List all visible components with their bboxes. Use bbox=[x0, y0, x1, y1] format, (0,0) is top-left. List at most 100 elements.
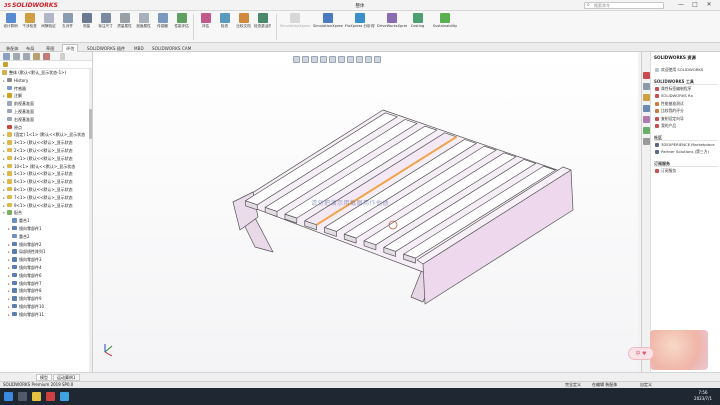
graphics-viewport[interactable]: 请勿把演示用截图用作他途 bbox=[93, 52, 641, 372]
file-explorer-icon[interactable] bbox=[32, 392, 41, 401]
evaluate-button[interactable]: 评估 bbox=[197, 13, 214, 28]
custom-properties-icon[interactable] bbox=[643, 127, 650, 134]
tree-item[interactable]: ▸ 6<1> (默认<<默认>_显示状态 bbox=[0, 178, 90, 186]
tool-link[interactable]: 性能基准测试 bbox=[654, 100, 718, 108]
pallet-model[interactable] bbox=[93, 52, 641, 372]
solidworks-taskbar-icon[interactable] bbox=[46, 392, 55, 401]
property-manager-icon[interactable] bbox=[13, 53, 20, 60]
tab-layout[interactable]: 布局 bbox=[22, 44, 38, 52]
tool-link[interactable]: SOLIDWORKS Rx bbox=[654, 92, 718, 100]
tool-link[interactable]: 复制设定向导 bbox=[654, 115, 718, 123]
forum-icon[interactable] bbox=[643, 138, 650, 145]
tree-item[interactable]: 原点 bbox=[0, 124, 90, 132]
tab-cam[interactable]: SOLIDWORKS CAM bbox=[148, 44, 195, 52]
tree-item[interactable]: ▸ 镜向零部件8 bbox=[0, 287, 90, 295]
measure-button[interactable]: 测量 bbox=[78, 13, 95, 28]
windows-start-icon[interactable] bbox=[4, 392, 13, 401]
tree-item[interactable]: ▸ 镜向零部件2 bbox=[0, 241, 90, 249]
hole-align-button[interactable]: 孔对齐 bbox=[59, 13, 76, 28]
tree-item[interactable]: 前视基准面 bbox=[0, 100, 90, 108]
tree-item[interactable]: ▸ 4<1> (默认<<默认>_显示状态 bbox=[0, 155, 90, 163]
tab-mbd[interactable]: MBD bbox=[130, 44, 148, 52]
maximize-button[interactable]: □ bbox=[690, 2, 700, 9]
tree-item[interactable]: ▾ 配合 bbox=[0, 209, 90, 217]
system-clock[interactable]: 7:56 2023/7/1 bbox=[694, 390, 712, 402]
tree-item[interactable]: 重合2 bbox=[0, 233, 90, 241]
sustainability-button[interactable]: Sustainability bbox=[430, 13, 460, 28]
mass-properties-button[interactable]: 质量属性 bbox=[116, 13, 133, 28]
interference-button[interactable]: 干涉检查 bbox=[21, 13, 38, 28]
section-properties-button[interactable]: 剖面属性 bbox=[135, 13, 152, 28]
scrollbar-thumb[interactable] bbox=[89, 109, 92, 139]
tree-filter[interactable] bbox=[0, 61, 92, 69]
floxpress-button[interactable]: FloXpress 分析向导 bbox=[345, 13, 375, 28]
welcome-link[interactable]: 欢迎使用 SOLIDWORKS bbox=[654, 66, 718, 74]
feature-tree-icon[interactable] bbox=[3, 53, 10, 60]
tree-item[interactable]: ▸ 镜向零部件10 bbox=[0, 303, 90, 311]
community-link[interactable]: 3DEXPERIENCE Marketplace bbox=[654, 141, 718, 149]
tab-addins[interactable]: SOLIDWORKS 插件 bbox=[83, 44, 129, 52]
tree-item[interactable]: ▸ 注解 bbox=[0, 92, 90, 100]
sensor-button[interactable]: 传感器 bbox=[154, 13, 171, 28]
tree-root[interactable]: 整体 (默认<默认_显示状态-1>) bbox=[0, 69, 90, 77]
check-button[interactable]: 检查 bbox=[216, 13, 233, 28]
config-manager-icon[interactable] bbox=[23, 53, 30, 60]
display-manager-icon[interactable] bbox=[43, 53, 50, 60]
tree-item[interactable]: ▸ 8<1> (默认<<默认>_显示状态 bbox=[0, 186, 90, 194]
close-button[interactable]: ✕ bbox=[704, 2, 714, 9]
tab-sketch[interactable]: 草图 bbox=[42, 44, 58, 52]
tab-assembly[interactable]: 装配体 bbox=[2, 44, 23, 52]
resources-tab-icon[interactable] bbox=[643, 72, 650, 79]
tab-motion-study[interactable]: 运动算例1 bbox=[53, 374, 80, 381]
costing-button[interactable]: Costing bbox=[409, 13, 426, 28]
browser-icon[interactable] bbox=[60, 392, 69, 401]
tree-item[interactable]: ▸ 10<1> (默认<<默认>_显示状态 bbox=[0, 163, 90, 171]
tree-item-label: 镜向零部件1 bbox=[19, 225, 42, 231]
tree-item[interactable]: ▸ 9<1> (默认<<默认>_显示状态 bbox=[0, 202, 90, 210]
minimize-button[interactable]: — bbox=[676, 2, 686, 9]
view-palette-icon[interactable] bbox=[643, 105, 650, 112]
driveworksxpress-button[interactable]: DriveWorksXpress 向导 bbox=[377, 13, 407, 28]
compare-button[interactable]: 比较文档 bbox=[235, 13, 252, 28]
tool-link[interactable]: 属性标签编制程序 bbox=[654, 85, 718, 93]
subscription-link[interactable]: 订阅服务 bbox=[654, 167, 718, 175]
tree-item[interactable]: ▸ 局部线性阵列1 bbox=[0, 248, 90, 256]
community-link[interactable]: Partner Solutions (第三方) bbox=[654, 148, 718, 156]
tree-item[interactable]: ▸ 镜向零部件11 bbox=[0, 311, 90, 319]
design-study-button[interactable]: 设计算例 bbox=[2, 13, 19, 28]
arrow-right-icon[interactable] bbox=[60, 53, 65, 60]
tree-item[interactable]: 传感器 bbox=[0, 85, 90, 93]
tree-item[interactable]: ▸ 镜向零部件6 bbox=[0, 272, 90, 280]
dimension-button[interactable]: 标注尺寸 bbox=[97, 13, 114, 28]
tree-item[interactable]: ▸ 镜向零部件1 bbox=[0, 225, 90, 233]
tree-item[interactable]: ▸ 2<1> (默认<<默认>_显示状态 bbox=[0, 147, 90, 155]
design-library-icon[interactable] bbox=[643, 83, 650, 90]
section-icon bbox=[138, 13, 149, 23]
tree-item[interactable]: ▸ 镜向零部件4 bbox=[0, 264, 90, 272]
simulationxpress-button[interactable]: SimulationXpress 分析向导 bbox=[313, 13, 343, 28]
tab-evaluate[interactable]: 评估 bbox=[62, 44, 79, 52]
dimxpert-icon[interactable] bbox=[33, 53, 40, 60]
file-explorer-icon[interactable] bbox=[643, 94, 650, 101]
tab-model[interactable]: 模型 bbox=[36, 374, 52, 381]
tree-item[interactable]: ▸ 3<1> (默认<<默认>_显示状态 bbox=[0, 139, 90, 147]
clearance-button[interactable]: 间隙验证 bbox=[40, 13, 57, 28]
check-active-doc-button[interactable]: 检查激活的文档 bbox=[254, 13, 271, 28]
tool-link[interactable]: 比较我的评分 bbox=[654, 107, 718, 115]
tree-item[interactable]: ▸ 7<1> (默认<<默认>_显示状态 bbox=[0, 194, 90, 202]
tree-item[interactable]: ▸ 镜向零部件7 bbox=[0, 280, 90, 288]
tree-item[interactable]: 上视基准面 bbox=[0, 108, 90, 116]
tree-item[interactable]: ▸ History bbox=[0, 77, 90, 85]
tree-item[interactable]: ▸ 镜向零部件3 bbox=[0, 256, 90, 264]
tree-item[interactable]: ▸ 5<1> (默认<<默认>_显示状态 bbox=[0, 170, 90, 178]
tree-item[interactable]: 重合1 bbox=[0, 217, 90, 225]
tree-item[interactable]: 右视基准面 bbox=[0, 116, 90, 124]
performance-button[interactable]: 性能评估 bbox=[173, 13, 190, 28]
tree-item[interactable]: ▸ (固定) 1<1> (默认<<默认>_显示状态 bbox=[0, 131, 90, 139]
appearances-icon[interactable] bbox=[643, 116, 650, 123]
task-view-icon[interactable] bbox=[18, 392, 27, 401]
tree-scrollbar[interactable] bbox=[89, 69, 92, 372]
tree-item[interactable]: ▸ 镜向零部件9 bbox=[0, 295, 90, 303]
tool-link[interactable]: 我的产品 bbox=[654, 122, 718, 130]
search-input[interactable]: ⌕ 搜索命令 bbox=[584, 2, 664, 9]
